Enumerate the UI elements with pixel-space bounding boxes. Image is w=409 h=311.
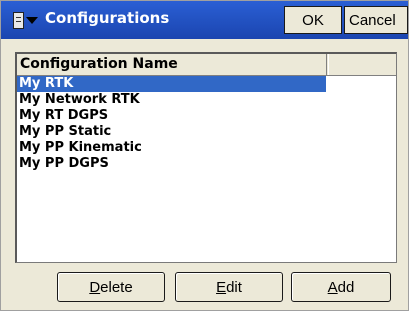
column-header-configuration-name[interactable]: Configuration Name [17,54,327,75]
start-menu-button[interactable] [7,7,43,33]
window-title: Configurations [45,9,170,27]
list-item[interactable]: My Network RTK [17,92,326,108]
delete-mnemonic: D [89,278,101,296]
add-mnemonic: A [327,278,338,296]
column-header-filler [328,54,396,75]
edit-mnemonic: E [216,278,227,296]
ok-button[interactable]: OK [284,6,342,34]
delete-label-rest: elete [100,278,133,296]
list-item[interactable]: My PP DGPS [17,156,326,172]
edit-label-rest: dit [226,278,242,296]
list-item[interactable]: My RT DGPS [17,108,326,124]
list-item[interactable]: My RTK [17,76,326,92]
title-bar: Configurations OK Cancel [1,1,408,39]
add-label-rest: dd [337,278,355,296]
add-button[interactable]: Add [291,272,391,302]
configurations-window: Configurations OK Cancel Configuration N… [0,0,409,311]
cancel-button[interactable]: Cancel [344,6,408,34]
configuration-list[interactable]: Configuration Name My RTK My Network RTK M… [15,52,397,263]
list-rows: My RTK My Network RTK My RT DGPS My PP Stat… [17,76,396,172]
list-item[interactable]: My PP Kinematic [17,140,326,156]
app-menu-icon [12,11,24,29]
list-item[interactable]: My PP Static [17,124,326,140]
list-header: Configuration Name [17,54,396,76]
delete-button[interactable]: Delete [57,272,165,302]
chevron-down-icon [25,16,38,24]
edit-button[interactable]: Edit [175,272,283,302]
